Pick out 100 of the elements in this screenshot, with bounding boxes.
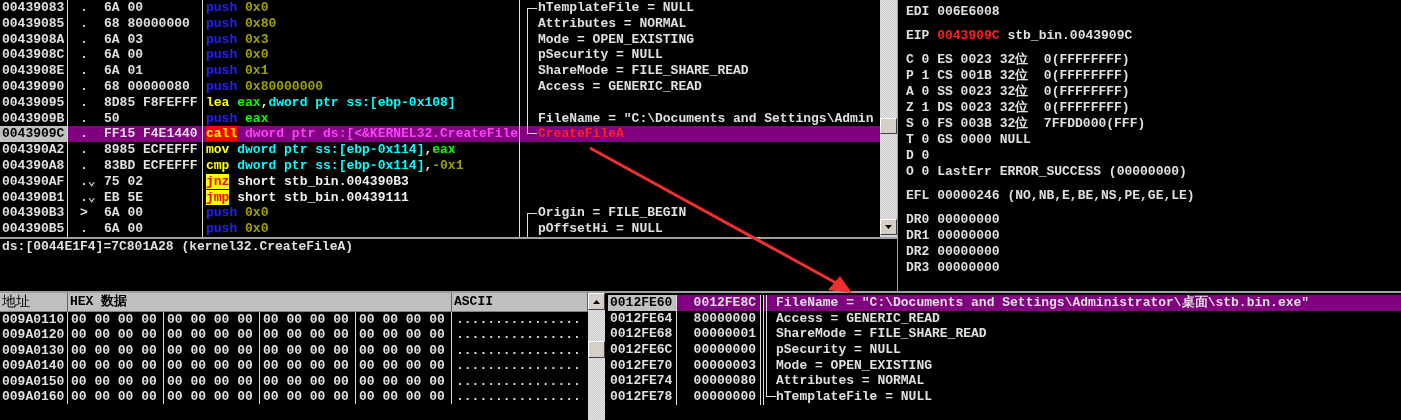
instruction: push 0x3	[203, 31, 520, 48]
comment-text: hTemplateFile = NULL	[537, 0, 695, 16]
comment-text: pSecurity = NULL	[537, 47, 663, 64]
ascii-cell-text: ................	[455, 327, 582, 343]
code-row[interactable]: 004390B5 . 6A 00 push 0x0 pOffsetHi = NULL	[0, 221, 880, 237]
comment-text: hTemplateFile = NULL	[776, 389, 933, 405]
jump-marker: .	[80, 110, 89, 127]
address-cell: 00439085	[0, 15, 68, 32]
register-name: D	[906, 148, 914, 164]
code-row[interactable]: 00439083 . 6A 00 push 0x0 hTemplateFile = NULL	[0, 0, 880, 16]
hex-cell: 00 00 00 00	[68, 358, 164, 374]
opcode-bytes: 6A 03	[104, 31, 143, 48]
register-value: 00000000	[937, 244, 1000, 260]
address-cell: 009A0160	[0, 388, 68, 405]
instruction: jnz short stb_bin.004390B3	[203, 173, 520, 190]
code-row[interactable]: 004390AF .⌄ 75 02 jnz short stb_bin.004390B3	[0, 173, 880, 190]
code-row[interactable]: 004390A8 . 83BD ECFEFFF cmp dword ptr ss:[ebp-0x114],-0x1	[0, 157, 880, 174]
column-header[interactable]: 地址	[0, 293, 68, 311]
comment-text: FileName = "C:\Documents and Settings\Administrator\桌面\stb.bin.exe"	[776, 295, 1311, 311]
address-cell: 004390B5	[0, 221, 68, 237]
opcode-bytes: 50	[104, 110, 120, 127]
code-row[interactable]: 0043908E . 6A 01 push 0x1 ShareMode = FILE_SHARE_READ	[0, 63, 880, 79]
opcode-bytes: 8985 ECFEFFF	[104, 142, 198, 158]
register-name: O	[906, 164, 914, 180]
register-name: C	[906, 52, 914, 68]
jump-marker: .⌄	[80, 173, 97, 190]
scrollbar[interactable]	[588, 293, 605, 420]
instruction: lea eax,dword ptr ss:[ebp-0x108]	[203, 94, 520, 111]
register-name: EIP	[906, 28, 930, 44]
ascii-cell-text: ................	[455, 358, 582, 374]
info-line: ds:[0044E1F4]=7C801A28 (kernel32.CreateFileA)	[0, 237, 897, 255]
hex-cell: 00 00 00 00	[356, 327, 452, 343]
register-name: Z	[906, 100, 914, 116]
code-row[interactable]: 0043908C . 6A 00 push 0x0 pSecurity = NULL	[0, 47, 880, 64]
address-cell: 009A0140	[0, 358, 68, 374]
hex-cell: 00 00 00 00	[164, 312, 260, 328]
scrollbar[interactable]	[880, 0, 897, 237]
instruction: push 0x80000000	[203, 79, 520, 95]
address-cell: 0012FE78	[608, 389, 677, 405]
opcode-bytes: EB 5E	[104, 189, 143, 206]
register-value: 1	[921, 100, 930, 116]
address-cell: 0012FE70	[608, 357, 677, 374]
column-header[interactable]: HEX 数据	[68, 293, 452, 311]
instruction: push 0x0	[203, 47, 520, 64]
scroll-down-icon[interactable]	[885, 225, 892, 229]
hex-cell: 00 00 00 00	[68, 312, 164, 328]
stack-row[interactable]: 0012FE74 00000080 Attributes = NORMAL	[608, 373, 1401, 390]
address-cell: 004390AF	[0, 173, 68, 190]
scrollbar-thumb[interactable]	[588, 341, 605, 358]
register-name: T	[906, 132, 914, 148]
opcode-bytes: 8D85 F8FEFFF	[104, 94, 198, 111]
hex-cell: 00 00 00 00	[260, 373, 356, 389]
comment-text: Origin = FILE_BEGIN	[537, 205, 687, 222]
hex-cell: 00 00 00 00	[164, 358, 260, 374]
code-row[interactable]: 0043908A . 6A 03 push 0x3 Mode = OPEN_EXISTING	[0, 31, 880, 48]
value-cell: 00000003	[677, 357, 761, 374]
code-row[interactable]: 004390A2 . 8985 ECFEFFF mov dword ptr ss:[ebp-0x114],eax	[0, 142, 880, 158]
code-row[interactable]: 00439095 . 8D85 F8FEFFF lea eax,dword ptr ss:[ebp-0x108]	[0, 94, 880, 111]
scroll-up-icon[interactable]	[593, 299, 600, 304]
comment-text: CreateFileA	[537, 126, 624, 143]
address-cell: 0043908C	[0, 47, 68, 64]
register-name: S	[906, 116, 914, 132]
jump-marker: .	[80, 142, 89, 158]
value-cell: 00000001	[677, 326, 761, 343]
opcode-bytes: 83BD ECFEFFF	[104, 157, 198, 174]
register-value: 0043909C	[937, 28, 1000, 44]
register-note: CS 001B 32位 0(FFFFFFFF)	[937, 68, 1130, 84]
register-value: 00000000	[937, 260, 1000, 276]
address-cell: 00439095	[0, 94, 68, 111]
stack-row[interactable]: 0012FE70 00000003 Mode = OPEN_EXISTING	[608, 357, 1401, 374]
jump-marker: .	[80, 126, 89, 143]
stack-row[interactable]: 0012FE78 00000000 hTemplateFile = NULL	[608, 389, 1401, 405]
value-cell: 00000000	[677, 342, 761, 358]
comment-text: Attributes = NORMAL	[776, 373, 925, 390]
scrollbar-thumb[interactable]	[880, 118, 897, 134]
code-row[interactable]: 004390B3 > 6A 00 push 0x0 Origin = FILE_BEGIN	[0, 205, 880, 222]
comment-text: Mode = OPEN_EXISTING	[776, 357, 933, 374]
jump-marker: .	[80, 157, 89, 174]
jump-marker: .	[80, 31, 89, 48]
hex-cell: 00 00 00 00	[164, 388, 260, 405]
hex-cell: 00 00 00 00	[260, 312, 356, 328]
code-row[interactable]: 0043909C . FF15 F4E1440 call dword ptr ds:[<&KERNEL32.CreateFile CreateFileA	[0, 126, 880, 143]
code-row[interactable]: 00439090 . 68 00000080 push 0x80000000 Access = GENERIC_READ	[0, 79, 880, 95]
stack-row[interactable]: 0012FE68 00000001 ShareMode = FILE_SHARE_READ	[608, 326, 1401, 343]
register-value: 0	[921, 52, 930, 68]
code-row[interactable]: 00439085 . 68 80000000 push 0x80 Attributes = NORMAL	[0, 15, 880, 32]
jump-marker: .	[80, 47, 89, 64]
hex-cell: 00 00 00 00	[164, 342, 260, 359]
register-value: 00000000	[937, 228, 1000, 244]
comment-text: Access = GENERIC_READ	[776, 310, 940, 327]
stack-row[interactable]: 0012FE64 80000000 Access = GENERIC_READ	[608, 310, 1401, 327]
address-cell: 0012FE68	[608, 326, 677, 343]
code-row[interactable]: 004390B1 .⌄ EB 5E jmp short stb_bin.00439111	[0, 189, 880, 206]
hex-cell: 00 00 00 00	[356, 312, 452, 328]
ascii-cell-text: ................	[455, 373, 582, 389]
address-cell: 004390A8	[0, 157, 68, 174]
stack-row[interactable]: 0012FE6C 00000000 pSecurity = NULL	[608, 342, 1401, 358]
hex-cell: 00 00 00 00	[164, 327, 260, 343]
hex-cell: 00 00 00 00	[164, 373, 260, 389]
value-cell: 00000080	[677, 373, 761, 390]
